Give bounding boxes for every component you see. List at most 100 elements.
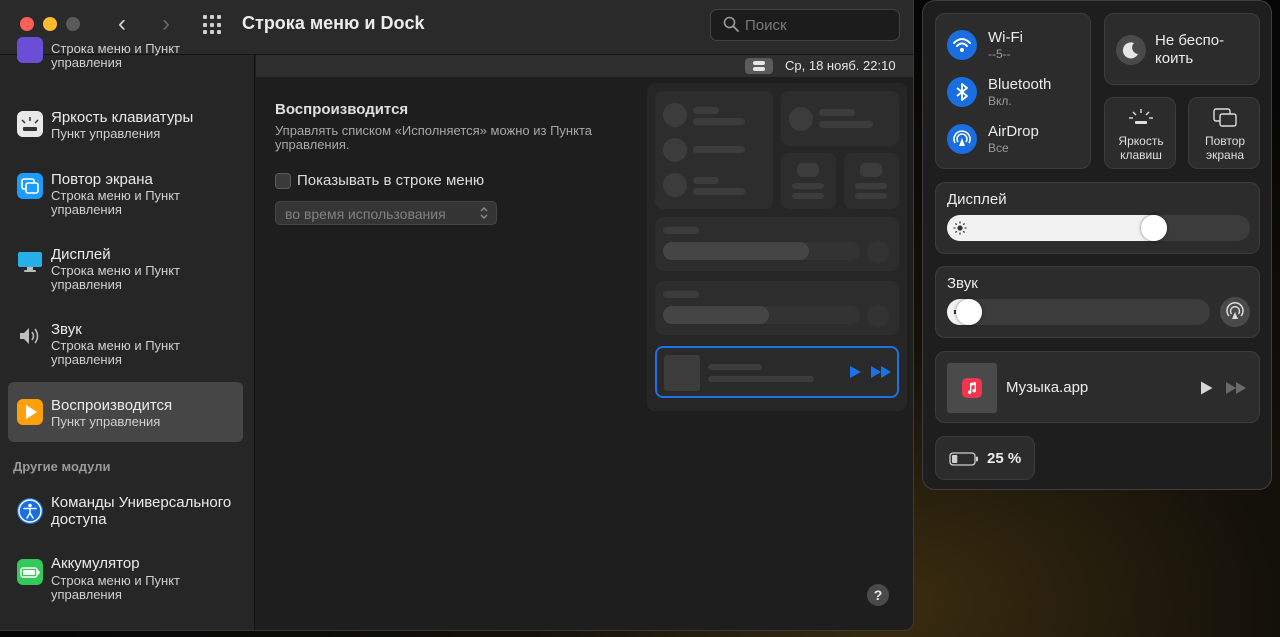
fast-forward-preview-icon: [871, 366, 891, 378]
bluetooth-status: Вкл.: [988, 94, 1012, 108]
back-button[interactable]: ‹: [110, 12, 134, 38]
show-when-popup-value: во время использования: [285, 206, 446, 222]
module-description: Управлять списком «Исполняется» можно из…: [275, 123, 592, 152]
keyboard-brightness-line1: Яркость: [1118, 134, 1164, 148]
display-title: Дисплей: [947, 191, 1007, 208]
airdrop-icon[interactable]: [947, 124, 977, 154]
sidebar-item-display[interactable]: Дисплей Строка меню и Пункт управления: [8, 236, 243, 296]
screen-mirroring-tile[interactable]: Повтор экрана: [1188, 97, 1260, 169]
sidebar-item-subtitle: Строка меню и Пункт управления: [51, 263, 181, 292]
sidebar-item-title: Воспроизводится: [51, 397, 173, 414]
screen-mirroring-icon: [1213, 108, 1237, 127]
module-heading: Воспроизводится: [275, 101, 409, 118]
sidebar-item-sound[interactable]: Звук Строка меню и Пункт управления: [8, 311, 243, 371]
keyboard-brightness-line2: клавиш: [1120, 148, 1162, 162]
show-when-popup[interactable]: во время использования: [275, 201, 497, 225]
bluetooth-icon[interactable]: [947, 77, 977, 107]
forward-button[interactable]: ›: [154, 12, 178, 38]
sidebar-item-title: Дисплей: [51, 246, 111, 263]
play-icon[interactable]: [1198, 380, 1214, 396]
battery-percentage: 25 %: [987, 450, 1022, 467]
section-header-other-modules: Другие модули: [13, 459, 111, 474]
system-preferences-window: ‹ › Строка меню и Dock Строка меню и Пун…: [0, 0, 914, 631]
airdrop-status: Все: [988, 141, 1009, 155]
keyboard-brightness-icon: [1129, 109, 1153, 124]
chevron-updown-icon: [480, 207, 488, 219]
airplay-audio-button[interactable]: [1220, 297, 1250, 327]
sidebar-item-subtitle: Строка меню и Пункт управления: [51, 188, 181, 217]
battery-icon: [949, 452, 978, 466]
minimize-window-button[interactable]: [43, 17, 57, 31]
purple-partial-icon: [17, 37, 43, 63]
control-center-toggle-icon: [745, 58, 773, 74]
show-in-menubar-checkbox[interactable]: [275, 173, 291, 189]
moon-icon: [1116, 35, 1146, 65]
sun-icon: [953, 221, 967, 235]
album-artwork[interactable]: [947, 363, 997, 413]
screen-mirroring-line2: экрана: [1205, 148, 1245, 162]
search-field[interactable]: [710, 9, 900, 41]
display-brightness-knob[interactable]: [1141, 215, 1167, 241]
now-playing-preview-highlight: [655, 346, 899, 398]
search-input[interactable]: [745, 14, 895, 36]
sidebar-item-title: Повтор экрана: [51, 171, 153, 188]
bluetooth-title: Bluetooth: [988, 76, 1052, 93]
screen-mirroring-line1: Повтор: [1204, 134, 1246, 148]
volume-slider[interactable]: [947, 299, 1210, 325]
sidebar-item-subtitle: Пункт управления: [51, 414, 161, 429]
control-center-panel: Wi-Fi --5-- Bluetooth Вкл. AirDrop Все Н…: [922, 0, 1272, 490]
close-window-button[interactable]: [20, 17, 34, 31]
show-in-menubar-label[interactable]: Показывать в строке меню: [297, 172, 484, 189]
battery-module[interactable]: 25 %: [935, 436, 1035, 480]
help-button[interactable]: ?: [867, 584, 889, 606]
sidebar-item-keyboard-brightness[interactable]: Яркость клавиатуры Пункт управления: [8, 101, 243, 147]
menubar-date-time: Ср, 18 нояб. 22:10: [785, 58, 896, 73]
dnd-title-line1: Не беспо-: [1155, 32, 1225, 49]
wifi-network: --5--: [988, 47, 1011, 61]
sidebar-item-partial[interactable]: Строка меню и Пункт управления: [8, 37, 243, 85]
keyboard-brightness-icon: [17, 111, 43, 137]
sidebar-item-screen-mirroring[interactable]: Повтор экрана Строка меню и Пункт управл…: [8, 161, 243, 221]
sidebar-item-subtitle: Строка меню и Пункт управления: [51, 573, 181, 602]
search-icon: [723, 16, 739, 32]
content-pane: Ср, 18 нояб. 22:10 Воспроизводится Управ…: [256, 55, 913, 630]
sidebar-item-now-playing[interactable]: Воспроизводится Пункт управления: [8, 382, 243, 442]
sidebar-item-subtitle: Строка меню и Пункт управления: [51, 338, 181, 367]
airplay-audio-icon: [1226, 301, 1244, 319]
zoom-window-button[interactable]: [66, 17, 80, 31]
fast-forward-icon[interactable]: [1225, 381, 1247, 395]
show-all-grid-icon[interactable]: [203, 15, 223, 35]
sidebar-item-subtitle: Пункт управления: [51, 126, 161, 141]
now-playing-module: Музыка.app: [935, 351, 1260, 423]
wifi-icon[interactable]: [947, 30, 977, 60]
display-brightness-fill: [947, 215, 1167, 241]
keyboard-brightness-tile[interactable]: Яркость клавиш: [1104, 97, 1176, 169]
accessibility-icon: [17, 498, 43, 524]
sidebar-item-title: Яркость клавиатуры: [51, 109, 194, 126]
sound-title: Звук: [947, 275, 978, 292]
sidebar-item-accessibility[interactable]: Команды Универсального доступа: [8, 485, 243, 537]
speaker-icon: [17, 323, 43, 349]
window-title: Строка меню и Dock: [242, 13, 425, 33]
sound-module: Звук: [935, 266, 1260, 338]
now-playing-icon: [17, 399, 43, 425]
dnd-title-line2: коить: [1155, 50, 1194, 67]
sidebar: Строка меню и Пункт управления Яркость к…: [0, 37, 255, 630]
screen-mirroring-icon: [17, 173, 43, 199]
connectivity-card: Wi-Fi --5-- Bluetooth Вкл. AirDrop Все: [935, 13, 1091, 169]
sidebar-item-title: Команды Универсального доступа: [51, 494, 232, 528]
music-app-icon: [962, 378, 982, 398]
display-module: Дисплей: [935, 182, 1260, 254]
sidebar-item-subtitle: Строка меню и Пункт управления: [51, 41, 181, 70]
menubar-preview: Ср, 18 нояб. 22:10: [256, 55, 913, 77]
sidebar-item-title: Звук: [51, 321, 82, 338]
battery-icon: [17, 559, 43, 585]
now-playing-app: Музыка.app: [1006, 379, 1089, 396]
volume-knob[interactable]: [956, 299, 982, 325]
display-brightness-slider[interactable]: [947, 215, 1250, 241]
do-not-disturb-tile[interactable]: Не беспо- коить: [1104, 13, 1260, 85]
sidebar-item-battery[interactable]: Аккумулятор Строка меню и Пункт управлен…: [8, 546, 243, 606]
play-preview-icon: [850, 366, 861, 378]
display-icon: [17, 248, 43, 274]
airdrop-title: AirDrop: [988, 123, 1039, 140]
